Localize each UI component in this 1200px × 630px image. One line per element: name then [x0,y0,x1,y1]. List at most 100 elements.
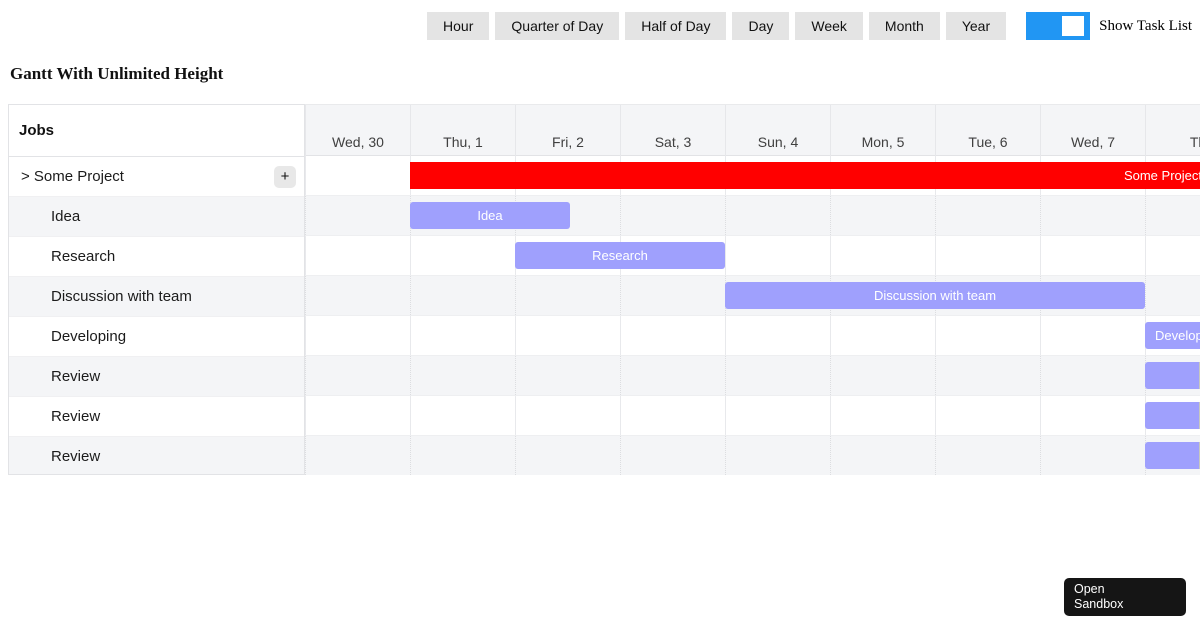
gantt-task-bar[interactable]: Research [515,242,725,269]
gantt-task-bar[interactable]: Idea [410,202,570,229]
timeline-gridline [1145,236,1146,275]
view-button-week[interactable]: Week [795,12,863,40]
view-button-year[interactable]: Year [945,12,1007,40]
timeline-gridline [515,356,516,395]
timeline-date-header: Wed, 30 Thu, 1 Fri, 2 Sat, 3 Sun, 4 Mon, 5 Tue… [305,104,1200,157]
task-list-header-label: Jobs [19,122,55,139]
timeline-gridline [1040,196,1041,235]
task-list-row-label: Discussion with team [51,288,192,305]
timeline-gridline [410,316,411,355]
timeline-gridline [1145,196,1146,235]
timeline-gridline [830,356,831,395]
timeline-gridline [410,276,411,315]
timeline-column-header: Sun, 4 [725,105,830,157]
timeline-gridline [830,396,831,435]
toggle-knob [1062,16,1085,36]
task-list-row[interactable]: Idea [9,197,304,237]
gantt-chart: Jobs > Some Project + Idea Research Discussi… [8,104,1200,475]
task-list-row[interactable]: > Some Project + [9,157,304,197]
timeline-gridline [725,436,726,475]
timeline-gridline [1145,276,1146,315]
open-sandbox-button[interactable]: Open Sandbox [1064,578,1186,616]
timeline-gridline [620,436,621,475]
timeline-gridline [305,236,306,275]
view-button-month[interactable]: Month [868,12,940,40]
task-list-rows: > Some Project + Idea Research Discussion wi… [9,157,304,474]
timeline-gridline [410,396,411,435]
timeline-gridline [725,356,726,395]
task-list-row[interactable]: Review [9,397,304,437]
add-task-button[interactable]: + [274,165,296,188]
timeline-gridline [830,436,831,475]
timeline-gridline [620,396,621,435]
timeline-row: Some Project [305,156,1200,196]
view-button-half-of-day[interactable]: Half of Day [625,12,727,40]
timeline-gridline [410,436,411,475]
gantt-bar-label: Some Project [1123,168,1200,183]
timeline-row: Discussion with team [305,276,1200,316]
task-list-row[interactable]: Developing [9,317,304,357]
timeline-gridline [515,276,516,315]
open-sandbox-line2: Sandbox [1074,597,1124,611]
timeline-gridline [830,316,831,355]
timeline-gridline [305,196,306,235]
timeline-column-header: Tue, 6 [935,105,1040,157]
timeline-gridline [305,316,306,355]
timeline-gridline [305,436,306,475]
timeline-gridline [305,276,306,315]
show-task-list-control: Show Task List [1026,12,1192,40]
task-list-row-label: Developing [51,328,127,345]
open-sandbox-line1: Open [1074,582,1105,596]
timeline-row: Research [305,236,1200,276]
timeline-gridline [620,356,621,395]
timeline-gridline [935,196,936,235]
gantt-bar-label: Idea [477,208,503,223]
view-button-day[interactable]: Day [732,12,790,40]
task-list-row[interactable]: Review [9,437,304,474]
timeline-column-header: Wed, 30 [305,105,410,157]
timeline-gridline [305,396,306,435]
timeline-gridline [620,276,621,315]
timeline-row [305,436,1200,475]
task-list-panel: Jobs > Some Project + Idea Research Discussi… [8,104,305,475]
task-list-row-label: Review [51,368,101,385]
gantt-bar-label: Developing [1155,328,1200,343]
timeline-gridline [410,236,411,275]
view-button-quarter-of-day[interactable]: Quarter of Day [495,12,620,40]
timeline-gridline [620,196,621,235]
task-list-row[interactable]: Review [9,357,304,397]
task-list-row-label: Review [51,448,101,465]
timeline-gridline [935,316,936,355]
gantt-task-bar[interactable] [1145,402,1200,429]
timeline-column-header: Fri, 2 [515,105,620,157]
show-task-list-toggle[interactable] [1026,12,1091,40]
gantt-task-bar[interactable]: Developing [1145,322,1200,349]
timeline-gridline [515,316,516,355]
timeline-column-header: Wed, 7 [1040,105,1145,157]
timeline-gridline [830,236,831,275]
task-list-row[interactable]: Research [9,237,304,277]
timeline-gridline [935,436,936,475]
timeline-gridline [515,396,516,435]
timeline-gridline [725,196,726,235]
timeline-gridline [725,316,726,355]
timeline-gridline [1040,396,1041,435]
task-list-row-label: Review [51,408,101,425]
timeline-row: Developing [305,316,1200,356]
gantt-bar-label: Discussion with team [873,288,997,303]
gantt-task-bar[interactable] [1145,442,1200,469]
task-list-row-label: Idea [51,208,81,225]
gantt-task-bar[interactable] [1145,362,1200,389]
timeline-column-header: Sat, 3 [620,105,725,157]
task-list-header: Jobs [9,105,304,157]
view-button-hour[interactable]: Hour [427,12,490,40]
timeline-gridline [830,196,831,235]
timeline-gridline [935,356,936,395]
view-mode-toolbar: Hour Quarter of Day Half of Day Day Week… [0,12,1200,40]
page-title: Gantt With Unlimited Height [10,64,224,83]
gantt-task-bar[interactable]: Discussion with team [725,282,1145,309]
task-list-row-label: > Some Project [21,168,124,185]
task-list-row[interactable]: Discussion with team [9,277,304,317]
gantt-project-bar[interactable]: Some Project [410,162,1200,189]
timeline-column-header: Thu, 1 [410,105,515,157]
